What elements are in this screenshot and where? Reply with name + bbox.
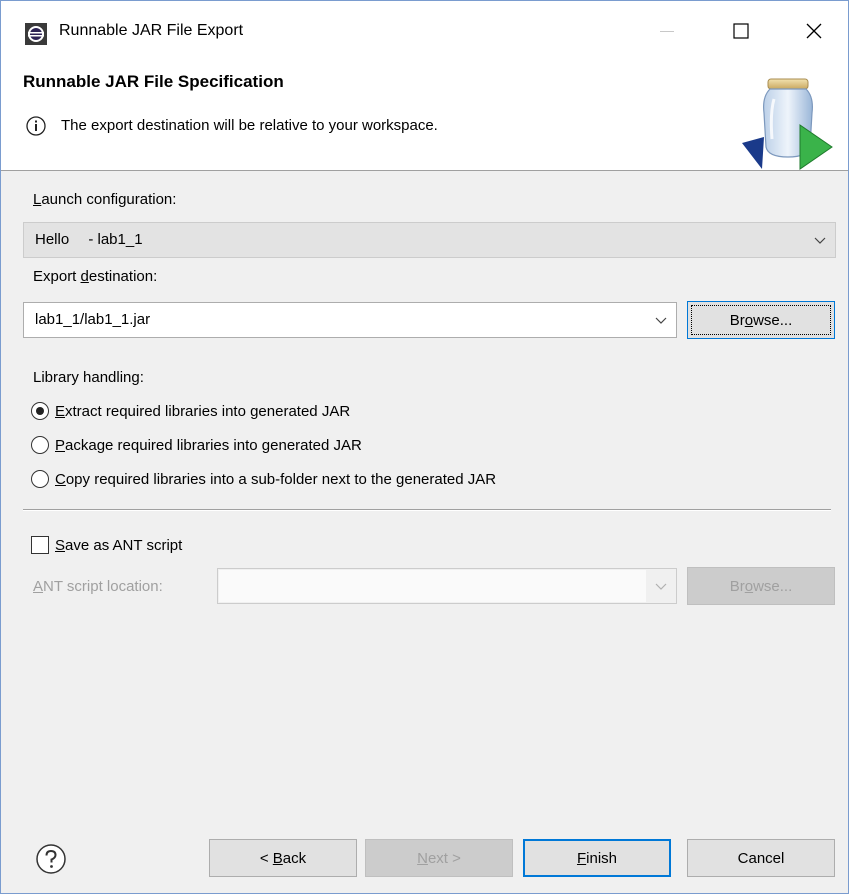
title-bar[interactable]: Runnable JAR File Export <box>1 1 848 61</box>
save-ant-script-checkbox[interactable]: Save as ANT script <box>31 532 182 558</box>
minimize-button[interactable] <box>637 1 697 61</box>
export-destination-label: Export destination: <box>33 268 158 285</box>
separator-highlight <box>23 510 831 511</box>
maximize-button[interactable] <box>711 1 771 61</box>
radio-package-libraries[interactable]: Package required libraries into generate… <box>31 432 362 458</box>
next-button[interactable]: Next > <box>365 839 513 877</box>
finish-button[interactable]: Finish <box>523 839 671 877</box>
ant-script-location-combo[interactable] <box>217 568 677 604</box>
checkbox[interactable] <box>31 536 49 554</box>
banner-message: The export destination will be relative … <box>61 117 438 134</box>
cancel-button[interactable]: Cancel <box>687 839 835 877</box>
help-icon[interactable] <box>35 843 67 875</box>
launch-configuration-label: Launch configuration: <box>33 191 177 208</box>
ant-script-location-label: ANT script location: <box>33 578 163 595</box>
launch-configuration-value: Hello - lab1_1 <box>35 231 143 248</box>
back-button[interactable]: < Back <box>209 839 357 877</box>
chevron-down-icon <box>655 583 667 590</box>
minimize-icon <box>660 31 674 32</box>
ant-location-field <box>219 570 646 602</box>
chevron-down-icon <box>814 237 826 244</box>
export-browse-button[interactable]: Browse... <box>687 301 835 339</box>
radio-button[interactable] <box>31 436 49 454</box>
maximize-icon <box>733 23 749 39</box>
wizard-banner: Runnable JAR File Specification The expo… <box>1 61 848 171</box>
export-destination-value[interactable]: lab1_1/lab1_1.jar <box>35 311 150 328</box>
info-icon <box>26 116 46 136</box>
radio-copy-libraries[interactable]: Copy required libraries into a sub-folde… <box>31 466 496 492</box>
export-destination-combo[interactable]: lab1_1/lab1_1.jar <box>23 302 677 338</box>
window-title: Runnable JAR File Export <box>59 22 244 39</box>
page-title: Runnable JAR File Specification <box>23 72 284 91</box>
radio-button[interactable] <box>31 470 49 488</box>
radio-extract-libraries[interactable]: Extract required libraries into generate… <box>31 398 350 424</box>
focus-ring <box>691 305 831 335</box>
chevron-down-icon[interactable] <box>652 311 670 329</box>
ant-browse-button[interactable]: Browse... <box>687 567 835 605</box>
library-handling-label: Library handling: <box>33 369 144 386</box>
export-dialog: Runnable JAR File Export Runnable JAR Fi… <box>0 0 849 894</box>
close-icon <box>806 23 822 39</box>
jar-export-icon <box>742 78 833 170</box>
close-button[interactable] <box>784 1 844 61</box>
launch-configuration-select[interactable]: Hello - lab1_1 <box>23 222 836 258</box>
radio-button[interactable] <box>31 402 49 420</box>
eclipse-app-icon <box>25 23 47 45</box>
